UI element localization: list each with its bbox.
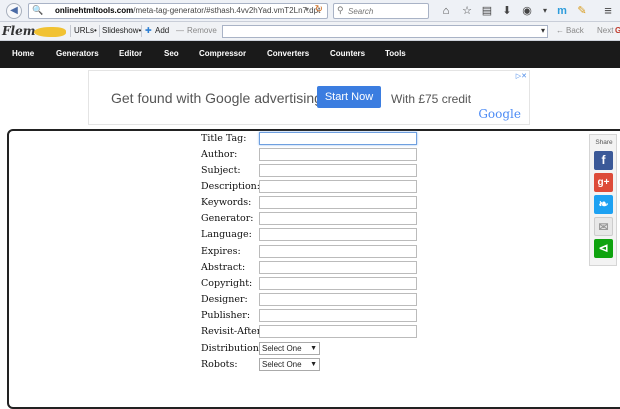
bookmarks-divider: [99, 25, 100, 37]
bookmark-star-icon[interactable]: ☆: [460, 4, 474, 18]
google-logo: Google: [478, 107, 521, 121]
ad-headline: Get found with Google advertising.: [111, 90, 326, 106]
description-label: Description:: [201, 181, 260, 192]
extension-icon[interactable]: ◉: [520, 4, 534, 18]
slideshow-menu[interactable]: Slideshow•: [102, 26, 141, 35]
bookmarks-toolbar: Flem URLs• Slideshow• ✚ Add — Remove ▾ ←…: [0, 22, 620, 41]
nav-seo[interactable]: Seo: [164, 49, 179, 58]
robots-select[interactable]: Select One ▼: [259, 358, 320, 371]
url-bar[interactable]: 🔍 onlinehtmltools.com/meta-tag-generator…: [28, 3, 328, 19]
chevron-down-icon: ▼: [310, 345, 317, 352]
keywords-input[interactable]: [259, 196, 417, 209]
add-button[interactable]: Add: [155, 26, 169, 35]
description-input[interactable]: [259, 180, 417, 193]
robots-label: Robots:: [201, 359, 238, 370]
facebook-share-icon[interactable]: f: [594, 151, 613, 170]
flem-logo[interactable]: Flem: [2, 24, 68, 39]
share-label: Share: [595, 139, 613, 146]
bookmarks-select[interactable]: ▾: [222, 25, 548, 38]
home-icon[interactable]: ⌂: [439, 4, 453, 18]
expires-input[interactable]: [259, 245, 417, 258]
author-input[interactable]: [259, 148, 417, 161]
chevron-down-icon: ▾: [540, 26, 545, 35]
generator-label: Generator:: [201, 213, 254, 224]
site-navigation: Home Generators Editor Seo Compressor Co…: [0, 41, 620, 68]
email-share-icon[interactable]: ✉: [594, 217, 613, 236]
keywords-label: Keywords:: [201, 197, 252, 208]
search-icon: ⚲: [337, 5, 344, 15]
url-dropdown-icon[interactable]: ▾: [305, 5, 309, 14]
remove-minus-icon: —: [176, 26, 184, 35]
back-arrow-icon: ←: [556, 26, 564, 35]
abstract-label: Abstract:: [201, 262, 246, 273]
back-arrow-icon[interactable]: ◀: [6, 3, 22, 19]
chevron-down-icon: ▼: [310, 361, 317, 368]
nav-tools[interactable]: Tools: [385, 49, 406, 58]
publisher-label: Publisher:: [201, 310, 251, 321]
revisit-after-input[interactable]: [259, 325, 417, 338]
nav-converters[interactable]: Converters: [267, 49, 309, 58]
nav-generators[interactable]: Generators: [56, 49, 99, 58]
sharethis-share-icon[interactable]: ⊲: [594, 239, 613, 258]
abstract-input[interactable]: [259, 261, 417, 274]
copyright-input[interactable]: [259, 277, 417, 290]
ad-close-icon[interactable]: ▷✕: [516, 72, 527, 80]
add-plus-icon: ✚: [145, 26, 152, 35]
publisher-input[interactable]: [259, 309, 417, 322]
ad-start-now-button[interactable]: Start Now: [317, 86, 381, 108]
menu-icon[interactable]: ≡: [601, 4, 615, 18]
author-label: Author:: [201, 149, 238, 160]
title-tag-label: Title Tag:: [201, 133, 247, 144]
distribution-label: Distribution:: [201, 343, 263, 354]
language-input[interactable]: [259, 228, 417, 241]
reload-icon[interactable]: ↻: [315, 4, 323, 15]
extension-pen-icon[interactable]: ✎: [575, 4, 589, 18]
bookmarks-divider: [141, 25, 142, 37]
language-label: Language:: [201, 229, 252, 240]
back-button[interactable]: Back: [566, 26, 584, 35]
google-plus-share-icon[interactable]: g+: [594, 173, 613, 192]
designer-input[interactable]: [259, 293, 417, 306]
browser-toolbar: ◀ 🔍 onlinehtmltools.com/meta-tag-generat…: [0, 0, 620, 22]
remove-button[interactable]: Remove: [187, 26, 217, 35]
url-text: onlinehtmltools.com/meta-tag-generator/#…: [55, 6, 321, 15]
distribution-select-value: Select One: [262, 344, 302, 353]
search-box[interactable]: ⚲: [333, 3, 429, 19]
fish-icon: [34, 27, 66, 37]
extension-m-icon[interactable]: m: [555, 4, 569, 18]
bookmarks-divider: [70, 25, 71, 37]
distribution-select[interactable]: Select One ▼: [259, 342, 320, 355]
generator-input[interactable]: [259, 212, 417, 225]
bookmarks-list-icon[interactable]: ▤: [480, 4, 494, 18]
subject-input[interactable]: [259, 164, 417, 177]
search-input[interactable]: [348, 5, 426, 17]
nav-editor[interactable]: Editor: [119, 49, 142, 58]
revisit-after-label: Revisit-After:: [201, 326, 265, 337]
downloads-icon[interactable]: ⬇: [500, 4, 514, 18]
nav-compressor[interactable]: Compressor: [199, 49, 246, 58]
urls-menu[interactable]: URLs•: [74, 26, 97, 35]
title-tag-input[interactable]: [259, 132, 417, 145]
google-ad-banner[interactable]: ▷✕ Get found with Google advertising. St…: [88, 70, 530, 125]
share-sidebar: Share f g+ ❧ ✉ ⊲: [589, 134, 617, 266]
designer-label: Designer:: [201, 294, 248, 305]
nav-home[interactable]: Home: [12, 49, 34, 58]
twitter-share-icon[interactable]: ❧: [594, 195, 613, 214]
robots-select-value: Select One: [262, 360, 302, 369]
subject-label: Subject:: [201, 165, 241, 176]
copyright-label: Copyright:: [201, 278, 253, 289]
next-button[interactable]: Next: [597, 26, 613, 35]
ad-offer-text: With £75 credit: [391, 92, 472, 106]
extension-g-icon[interactable]: G: [615, 26, 620, 35]
nav-counters[interactable]: Counters: [330, 49, 365, 58]
expires-label: Expires:: [201, 246, 241, 257]
site-identity-icon[interactable]: 🔍: [32, 5, 43, 16]
extension-dropdown-icon[interactable]: ▾: [538, 4, 552, 18]
